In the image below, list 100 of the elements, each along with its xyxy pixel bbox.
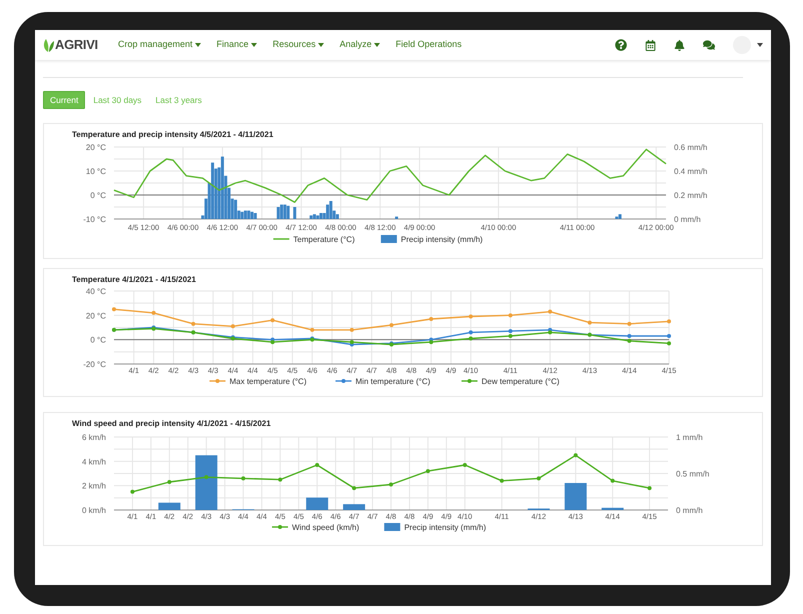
point (241, 476, 246, 480)
point (500, 478, 504, 483)
point (389, 482, 393, 486)
point (167, 480, 172, 484)
point (508, 313, 512, 318)
point (429, 316, 434, 321)
point (350, 340, 354, 344)
point (627, 322, 632, 326)
chat-icon[interactable] (703, 39, 715, 51)
axis-label: 0.6 mm/h (674, 143, 708, 152)
data-bar (602, 508, 624, 510)
legend-line-icon (462, 379, 478, 383)
point (230, 324, 235, 328)
point (130, 490, 134, 494)
point (627, 334, 632, 338)
axis-label: 1 mm/h (676, 433, 703, 442)
legend-swatch-icon (384, 523, 400, 531)
data-bar (564, 483, 587, 510)
nav-menu-link[interactable]: Crop management (118, 38, 201, 52)
axis-label: 4 km/h (82, 457, 106, 466)
data-bar (343, 504, 366, 510)
chart-title: Temperature and precip intensity 4/5/2021 - 4/11/2021 (72, 130, 274, 139)
point (278, 478, 282, 482)
point (468, 314, 473, 319)
axis-label: 20 °C (86, 143, 106, 152)
data-bar (395, 216, 398, 219)
chart-title: Temperature 4/1/2021 - 4/15/2021 (72, 275, 196, 284)
legend-label: Temperature (°C) (293, 235, 355, 244)
caret-icon (250, 43, 257, 47)
axis-label: 2 km/h (82, 482, 106, 491)
data-bar (195, 455, 218, 510)
point (508, 334, 512, 338)
legend-label: Wind speed (km/h) (292, 523, 360, 532)
bell-icon[interactable] (674, 40, 685, 50)
point (574, 453, 578, 458)
caret-icon (318, 43, 324, 47)
point (310, 328, 314, 332)
point (627, 338, 632, 343)
axis-label: -20 °C (83, 360, 106, 369)
legend-line-icon (210, 379, 226, 383)
legend-label: Dew temperature (°C) (482, 377, 560, 386)
legend-label: Precip intensity (mm/h) (404, 523, 486, 532)
point (191, 322, 196, 326)
calendar-icon[interactable] (645, 40, 656, 50)
nav-menu-link[interactable]: Finance (216, 38, 257, 52)
nav-menu-link[interactable]: Resources (272, 38, 324, 52)
axis-label: -10 °C (83, 215, 106, 224)
legend-line-icon (336, 379, 352, 383)
point (152, 310, 156, 315)
point (429, 340, 434, 344)
caret-icon (757, 43, 763, 47)
data-bar (158, 502, 180, 510)
point (468, 336, 473, 340)
point (390, 323, 394, 328)
point (204, 475, 208, 480)
point (548, 330, 552, 334)
axis-label: 40 °C (86, 287, 106, 296)
logo-wordmark: AGRIVI (55, 36, 98, 54)
chart-title: Wind speed and precip intensity 4/1/2021 - 4/15/2021 (72, 419, 271, 428)
axis-label: 0 km/h (82, 506, 106, 515)
point (548, 310, 552, 314)
axis-label: 20 °C (86, 311, 106, 320)
axis-label: 0 mm/h (674, 215, 701, 224)
nav-menu-link[interactable]: Field Operations (396, 38, 462, 52)
axis-label: 0 °C (90, 336, 106, 345)
nav-menu-link[interactable]: Analyze (340, 38, 380, 52)
axis-label: 0.2 mm/h (674, 191, 708, 200)
axis-label: 0.4 mm/h (674, 167, 708, 176)
point (270, 340, 275, 344)
point (426, 469, 430, 474)
point (350, 328, 354, 332)
caret-icon (194, 43, 201, 47)
legend-label: Precip intensity (mm/h) (400, 235, 483, 244)
legend-swatch-icon (380, 235, 397, 243)
caret-icon (374, 43, 380, 47)
legend-line-icon (272, 525, 288, 529)
point (315, 462, 320, 467)
data-bar (306, 498, 328, 510)
point (468, 330, 473, 334)
point (667, 319, 671, 324)
point (508, 329, 512, 334)
point (667, 334, 671, 338)
help-icon[interactable] (615, 39, 627, 51)
point (610, 478, 615, 483)
axis-label: 6 km/h (82, 433, 106, 442)
point (588, 320, 592, 325)
point (667, 341, 671, 346)
legend-label: Min temperature (°C) (356, 377, 430, 386)
point (112, 307, 116, 312)
data-bar (293, 207, 296, 219)
axis-label: 0 °C (90, 191, 106, 200)
point (536, 476, 541, 480)
point (462, 462, 467, 467)
legend-label: Max temperature (°C) (230, 377, 306, 386)
leaf-logo-icon (43, 38, 54, 52)
point (352, 486, 356, 490)
axis-label: 10 °C (86, 167, 106, 176)
axis-label: 0 mm/h (676, 506, 703, 515)
legend-line-icon (273, 238, 290, 240)
point (648, 486, 652, 490)
